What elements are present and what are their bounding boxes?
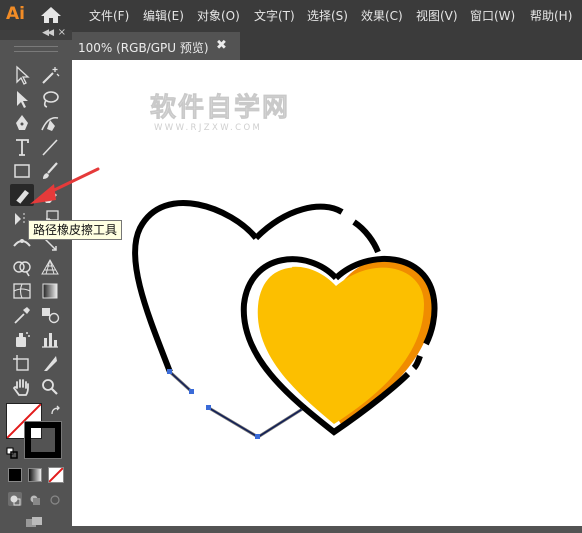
anchor-point[interactable] (167, 369, 172, 374)
swap-fill-stroke-icon[interactable] (50, 404, 64, 418)
artboard-tool-icon[interactable] (10, 352, 34, 374)
default-colors-icon[interactable] (6, 444, 18, 459)
color-mode-none[interactable] (48, 467, 64, 483)
perspective-grid-tool-icon[interactable] (38, 256, 62, 278)
direct-selection-tool-icon[interactable] (10, 88, 34, 110)
panel-grip[interactable] (14, 46, 58, 52)
close-tab-icon[interactable]: ✖ (216, 38, 227, 53)
magic-wand-tool-icon[interactable] (38, 64, 62, 86)
left-heart-selected-path[interactable] (169, 371, 305, 438)
artboard-canvas[interactable]: 软件自学网 WWW.RJZXW.COM (72, 60, 582, 526)
app-logo: Ai (6, 4, 25, 24)
eyedropper-tool-icon[interactable] (10, 304, 34, 326)
menu-select[interactable]: 选择(S) (307, 7, 348, 24)
color-mode-gradient[interactable] (28, 468, 42, 482)
draw-normal-icon[interactable] (8, 492, 22, 506)
menu-help[interactable]: 帮助(H) (530, 7, 572, 24)
pen-tool-icon[interactable] (10, 112, 34, 134)
menu-window[interactable]: 窗口(W) (470, 7, 515, 24)
panel-header: ◀◀ × (0, 27, 72, 40)
type-tool-icon[interactable] (10, 136, 34, 158)
column-graph-tool-icon[interactable] (38, 328, 62, 350)
document-tab-title: 100% (RGB/GPU 预览) (78, 41, 209, 55)
anchor-point[interactable] (206, 405, 211, 410)
zoom-tool-icon[interactable] (38, 376, 62, 398)
selection-tool-icon[interactable] (10, 64, 34, 86)
menu-effect[interactable]: 效果(C) (361, 7, 403, 24)
slice-tool-icon[interactable] (38, 352, 62, 374)
symbol-sprayer-tool-icon[interactable] (10, 328, 34, 350)
stroke-swatch[interactable] (24, 421, 62, 459)
left-heart-outline[interactable] (132, 200, 259, 374)
menu-type[interactable]: 文字(T) (254, 7, 295, 24)
draw-behind-icon[interactable] (28, 492, 42, 506)
close-panel-icon[interactable]: × (58, 27, 66, 38)
hand-tool-icon[interactable] (10, 376, 34, 398)
left-heart-outline-right[interactable] (352, 219, 381, 254)
gradient-tool-icon[interactable] (38, 280, 62, 302)
left-heart-path-underlay (168, 370, 305, 439)
red-arrow-annotation (30, 167, 100, 204)
anchor-point[interactable] (189, 389, 194, 394)
anchor-point[interactable] (255, 434, 260, 439)
watermark-main: 软件自学网 (150, 92, 290, 123)
blend-tool-icon[interactable] (38, 304, 62, 326)
menu-file[interactable]: 文件(F) (89, 7, 129, 24)
menu-object[interactable]: 对象(O) (197, 7, 240, 24)
menu-view[interactable]: 视图(V) (416, 7, 458, 24)
collapse-icon[interactable]: ◀◀ (42, 28, 54, 38)
lasso-tool-icon[interactable] (38, 88, 62, 110)
shape-builder-tool-icon[interactable] (10, 256, 34, 278)
tool-tooltip: 路径橡皮擦工具 (28, 220, 123, 240)
tools-panel: ◀◀ × (0, 27, 72, 527)
home-icon[interactable] (40, 6, 62, 24)
watermark-sub: WWW.RJZXW.COM (154, 123, 262, 133)
menu-edit[interactable]: 编辑(E) (143, 7, 184, 24)
curvature-tool-icon[interactable] (38, 112, 62, 134)
menu-bar: Ai 文件(F) 编辑(E) 对象(O) 文字(T) 选择(S) 效果(C) 视… (0, 0, 582, 30)
left-heart-outline-top-right[interactable] (253, 203, 344, 241)
document-tab-bar: 100% (RGB/GPU 预览) ✖ (72, 30, 582, 60)
color-mode-solid[interactable] (8, 468, 22, 482)
draw-inside-icon[interactable] (48, 492, 62, 506)
mesh-tool-icon[interactable] (10, 280, 34, 302)
screen-mode-icon[interactable] (22, 514, 48, 527)
right-heart-fill[interactable] (257, 266, 424, 424)
document-tab[interactable]: 100% (RGB/GPU 预览) ✖ (72, 32, 240, 60)
line-segment-tool-icon[interactable] (38, 136, 62, 158)
